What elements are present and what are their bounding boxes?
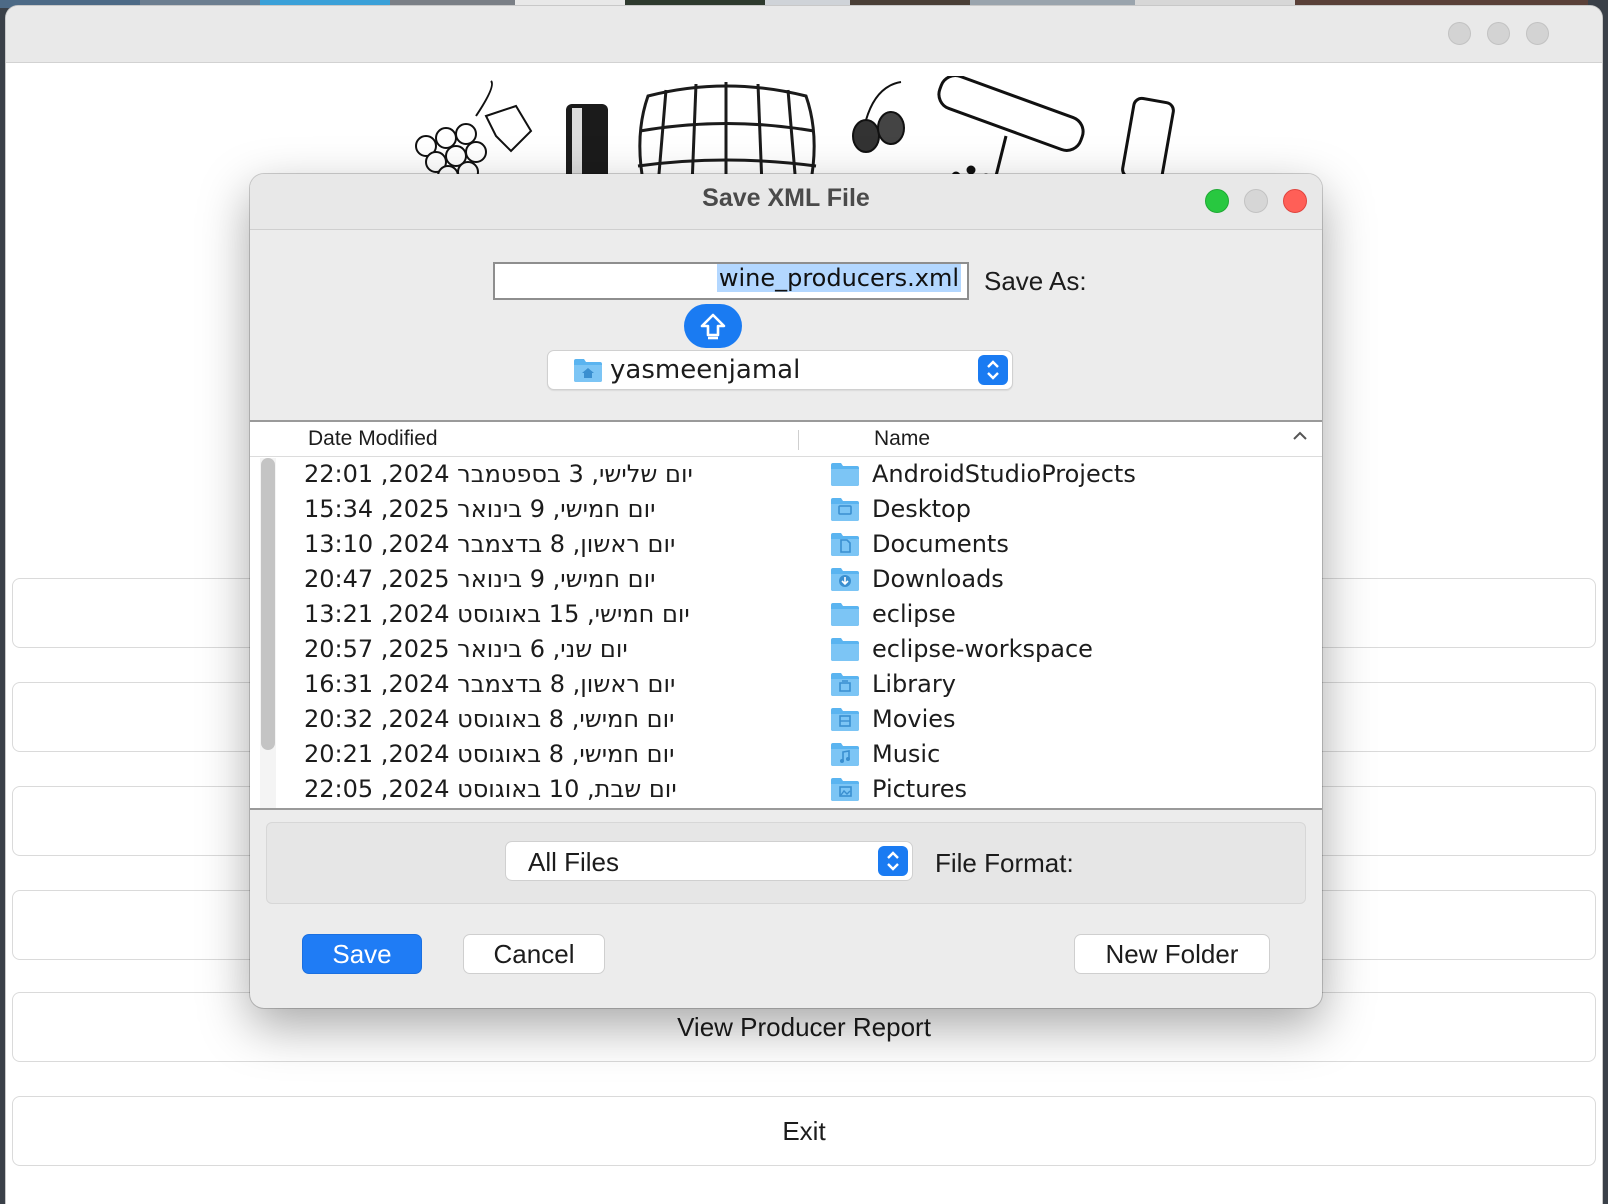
file-name: Movies bbox=[872, 705, 956, 733]
format-stepper-icon bbox=[878, 846, 908, 876]
file-date: יום ראשון, 8 בדצמבר 2024, 16:31 bbox=[304, 670, 676, 698]
file-name: eclipse-workspace bbox=[872, 635, 1093, 663]
table-header: Date Modified Name bbox=[250, 422, 1322, 457]
file-name: Library bbox=[872, 670, 956, 698]
exit-button[interactable]: Exit bbox=[12, 1096, 1596, 1166]
home-folder-icon bbox=[574, 359, 602, 382]
dialog-minimize-button[interactable] bbox=[1244, 189, 1268, 213]
file-date: יום חמישי, 9 בינואר 2025, 15:34 bbox=[304, 495, 656, 523]
documents-folder-icon bbox=[830, 531, 860, 562]
location-label: yasmeenjamal bbox=[610, 355, 801, 385]
file-name: Documents bbox=[872, 530, 1009, 558]
file-row[interactable]: יום חמישי, 9 בינואר 2025, 15:34 Desktop bbox=[280, 493, 1320, 528]
file-format-panel: All Files File Format: bbox=[266, 822, 1306, 904]
file-date: יום חמישי, 8 באוגוסט 2024, 20:32 bbox=[304, 705, 675, 733]
downloads-folder-icon bbox=[830, 566, 860, 597]
main-close-button[interactable] bbox=[1448, 22, 1471, 45]
file-name: AndroidStudioProjects bbox=[872, 460, 1136, 488]
dialog-zoom-button[interactable] bbox=[1205, 189, 1229, 213]
view-producer-report-label: View Producer Report bbox=[677, 1011, 931, 1042]
filename-input[interactable]: wine_producers.xml bbox=[493, 262, 969, 300]
location-stepper-icon bbox=[978, 355, 1008, 385]
save-dialog: Save XML File wine_producers.xml Save As… bbox=[250, 174, 1322, 1008]
column-header-name[interactable]: Name bbox=[874, 427, 930, 451]
column-divider bbox=[798, 430, 799, 450]
olives-icon bbox=[852, 81, 905, 153]
library-folder-icon bbox=[830, 671, 860, 702]
file-row[interactable]: יום חמישי, 9 בינואר 2025, 20:47 Downloads bbox=[280, 563, 1320, 598]
wine-banner-image bbox=[415, 76, 1175, 186]
new-folder-button[interactable]: New Folder bbox=[1074, 934, 1270, 974]
file-date: יום חמישי, 9 בינואר 2025, 20:47 bbox=[304, 565, 656, 593]
file-name: Music bbox=[872, 740, 941, 768]
dialog-close-button[interactable] bbox=[1283, 189, 1307, 213]
file-row[interactable]: יום שלישי, 3 בספטמבר 2024, 22:01 AndroidS… bbox=[280, 458, 1320, 493]
file-name: Pictures bbox=[872, 775, 968, 803]
exit-label: Exit bbox=[782, 1115, 826, 1146]
dialog-title: Save XML File bbox=[702, 184, 870, 212]
column-header-date[interactable]: Date Modified bbox=[308, 427, 438, 451]
file-date: יום שבת, 10 באוגוסט 2024, 22:05 bbox=[304, 775, 677, 803]
file-format-select[interactable]: All Files bbox=[505, 841, 913, 881]
file-name: Desktop bbox=[872, 495, 971, 523]
scrollbar-thumb[interactable] bbox=[261, 458, 275, 750]
file-list-table: Date Modified Name יום שלישי, 3 בספטמבר … bbox=[250, 420, 1322, 810]
expand-collapse-button[interactable] bbox=[684, 304, 742, 348]
file-row[interactable]: יום חמישי, 15 באוגוסט 2024, 13:21 eclipse bbox=[280, 598, 1320, 633]
grapes-icon bbox=[415, 80, 533, 186]
file-date: יום ראשון, 8 בדצמבר 2024, 13:10 bbox=[304, 530, 676, 558]
file-row[interactable]: יום שני, 6 בינואר 2025, 20:57 eclipse-wor… bbox=[280, 633, 1320, 668]
file-date: יום שני, 6 בינואר 2025, 20:57 bbox=[304, 635, 628, 663]
pictures-folder-icon bbox=[830, 776, 860, 807]
save-as-label: Save As: bbox=[984, 266, 1087, 296]
file-row[interactable]: יום חמישי, 8 באוגוסט 2024, 20:32 Movies bbox=[280, 703, 1320, 738]
music-folder-icon bbox=[830, 741, 860, 772]
cork-icon bbox=[1121, 96, 1175, 184]
file-row[interactable]: יום ראשון, 8 בדצמבר 2024, 13:10 Documents bbox=[280, 528, 1320, 563]
file-date: יום שלישי, 3 בספטמבר 2024, 22:01 bbox=[304, 460, 693, 488]
desktop-folder-icon bbox=[830, 496, 860, 527]
sort-ascending-icon bbox=[1293, 431, 1307, 440]
folder-icon bbox=[830, 636, 860, 667]
main-title-bar bbox=[6, 6, 1602, 63]
file-date: יום חמישי, 8 באוגוסט 2024, 20:21 bbox=[304, 740, 675, 768]
file-name: Downloads bbox=[872, 565, 1004, 593]
file-row[interactable]: יום ראשון, 8 בדצמבר 2024, 16:31 Library bbox=[280, 668, 1320, 703]
file-format-label: File Format: bbox=[935, 848, 1074, 878]
file-row[interactable]: יום שבת, 10 באוגוסט 2024, 22:05 Pictures bbox=[280, 773, 1320, 808]
cancel-button[interactable]: Cancel bbox=[463, 934, 605, 974]
main-minimize-button[interactable] bbox=[1487, 22, 1510, 45]
file-row[interactable]: יום חמישי, 8 באוגוסט 2024, 20:21 Music bbox=[280, 738, 1320, 773]
dialog-title-bar: Save XML File bbox=[250, 174, 1322, 230]
main-zoom-button[interactable] bbox=[1526, 22, 1549, 45]
expand-arrow-icon bbox=[700, 313, 726, 340]
corkscrew-icon bbox=[937, 76, 1085, 183]
file-name: eclipse bbox=[872, 600, 956, 628]
location-select[interactable]: yasmeenjamal bbox=[547, 350, 1013, 390]
save-button[interactable]: Save bbox=[302, 934, 422, 974]
folder-icon bbox=[830, 461, 860, 492]
folder-icon bbox=[830, 601, 860, 632]
file-date: יום חמישי, 15 באוגוסט 2024, 13:21 bbox=[304, 600, 690, 628]
movies-folder-icon bbox=[830, 706, 860, 737]
file-format-value: All Files bbox=[528, 847, 620, 877]
barrel-icon bbox=[637, 82, 817, 186]
filename-value: wine_producers.xml bbox=[716, 264, 961, 292]
